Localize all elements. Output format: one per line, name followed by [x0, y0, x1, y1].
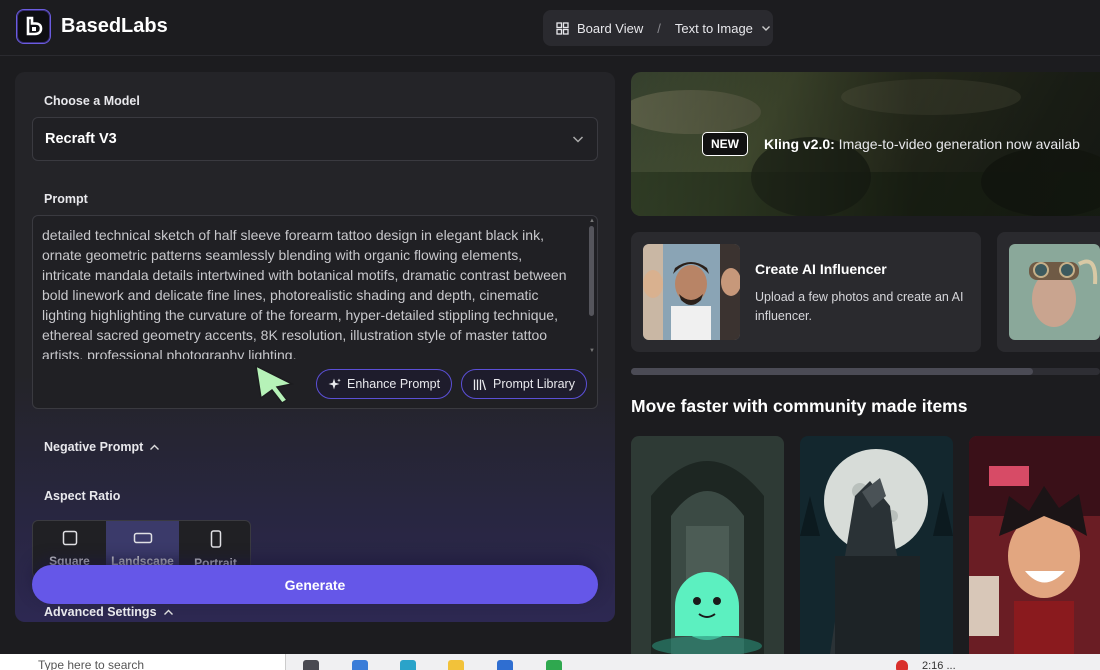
prompt-library-button[interactable]: Prompt Library	[461, 369, 587, 399]
prompt-library-label: Prompt Library	[493, 377, 575, 391]
chevron-down-icon	[572, 136, 584, 143]
enhance-prompt-label: Enhance Prompt	[347, 377, 441, 391]
prompt-text[interactable]: detailed technical sketch of half sleeve…	[42, 225, 572, 359]
community-image-ghost	[631, 436, 784, 654]
chevron-up-icon	[150, 444, 160, 450]
community-item[interactable]	[631, 436, 784, 654]
task-view-icon[interactable]	[303, 660, 319, 670]
new-badge: NEW	[702, 132, 748, 156]
second-feature-card[interactable]	[997, 232, 1100, 352]
square-icon	[62, 530, 77, 546]
community-section-title: Move faster with community made items	[631, 396, 968, 416]
browser-icon[interactable]	[400, 660, 416, 670]
brand-name[interactable]: BasedLabs	[61, 15, 168, 38]
sparkle-icon	[328, 378, 341, 389]
notification-icon[interactable]	[896, 660, 908, 670]
app-icon[interactable]	[352, 660, 368, 670]
influencer-thumbnail	[643, 244, 740, 340]
create-ai-influencer-card[interactable]: Create AI Influencer Upload a few photos…	[631, 232, 981, 352]
banner-headline-title: Kling v2.0:	[764, 136, 835, 152]
negative-prompt-label: Negative Prompt	[44, 440, 144, 454]
portrait-icon	[210, 530, 221, 548]
model-label: Choose a Model	[44, 94, 140, 108]
banner-headline: Kling v2.0: Image-to-video generation no…	[764, 136, 1080, 152]
feature-thumbnail	[1009, 244, 1100, 340]
generate-button[interactable]: Generate	[32, 565, 598, 604]
prompt-textarea[interactable]: detailed technical sketch of half sleeve…	[32, 215, 598, 409]
landscape-icon	[133, 532, 152, 544]
card-title: Create AI Influencer	[755, 261, 887, 277]
breadcrumb-current[interactable]: Text to Image	[675, 21, 753, 36]
top-bar: BasedLabs Board View / Text to Image	[0, 0, 1100, 56]
store-icon[interactable]	[497, 660, 513, 670]
advanced-settings-toggle[interactable]: Advanced Settings	[44, 605, 174, 619]
chevron-up-icon	[163, 609, 173, 615]
community-item[interactable]	[969, 436, 1100, 654]
breadcrumb-board-view[interactable]: Board View	[577, 21, 643, 36]
model-select[interactable]: Recraft V3	[32, 117, 598, 161]
advanced-settings-label: Advanced Settings	[44, 605, 157, 619]
banner-headline-text: Image-to-video generation now availab	[834, 136, 1080, 152]
scroll-down-icon[interactable]: ▼	[589, 348, 595, 354]
announcement-banner[interactable]: NEW Kling v2.0: Image-to-video generatio…	[631, 72, 1100, 216]
taskbar-search-placeholder: Type here to search	[38, 658, 145, 670]
negative-prompt-toggle[interactable]: Negative Prompt	[44, 440, 160, 454]
breadcrumb-separator: /	[657, 20, 661, 36]
library-icon	[473, 379, 487, 390]
community-image-anime	[969, 436, 1100, 654]
cards-scrollbar[interactable]	[631, 368, 1100, 375]
community-item[interactable]	[800, 436, 953, 654]
os-taskbar: Type here to search 2:16 ...	[0, 654, 1100, 670]
community-image-wolf	[800, 436, 953, 654]
generation-panel: Choose a Model Recraft V3 Prompt detaile…	[15, 72, 615, 622]
clock[interactable]: 2:16 ...	[922, 660, 956, 670]
model-select-value: Recraft V3	[45, 131, 117, 147]
chat-app-icon[interactable]	[546, 660, 562, 670]
chevron-down-icon[interactable]	[761, 23, 771, 33]
taskbar-search[interactable]: Type here to search	[0, 654, 286, 670]
aspect-ratio-label: Aspect Ratio	[44, 489, 121, 503]
scroll-up-icon[interactable]: ▲	[589, 218, 595, 224]
prompt-scrollbar[interactable]	[589, 226, 594, 316]
breadcrumb: Board View / Text to Image	[543, 10, 773, 46]
enhance-prompt-button[interactable]: Enhance Prompt	[316, 369, 453, 399]
mouse-cursor-icon	[255, 364, 295, 404]
prompt-label: Prompt	[44, 192, 88, 206]
file-explorer-icon[interactable]	[448, 660, 464, 670]
brand-logo-icon[interactable]	[16, 9, 51, 44]
cards-scrollbar-thumb[interactable]	[631, 368, 1033, 375]
card-description: Upload a few photos and create an AI inf…	[755, 290, 964, 323]
grid-icon	[556, 21, 569, 35]
